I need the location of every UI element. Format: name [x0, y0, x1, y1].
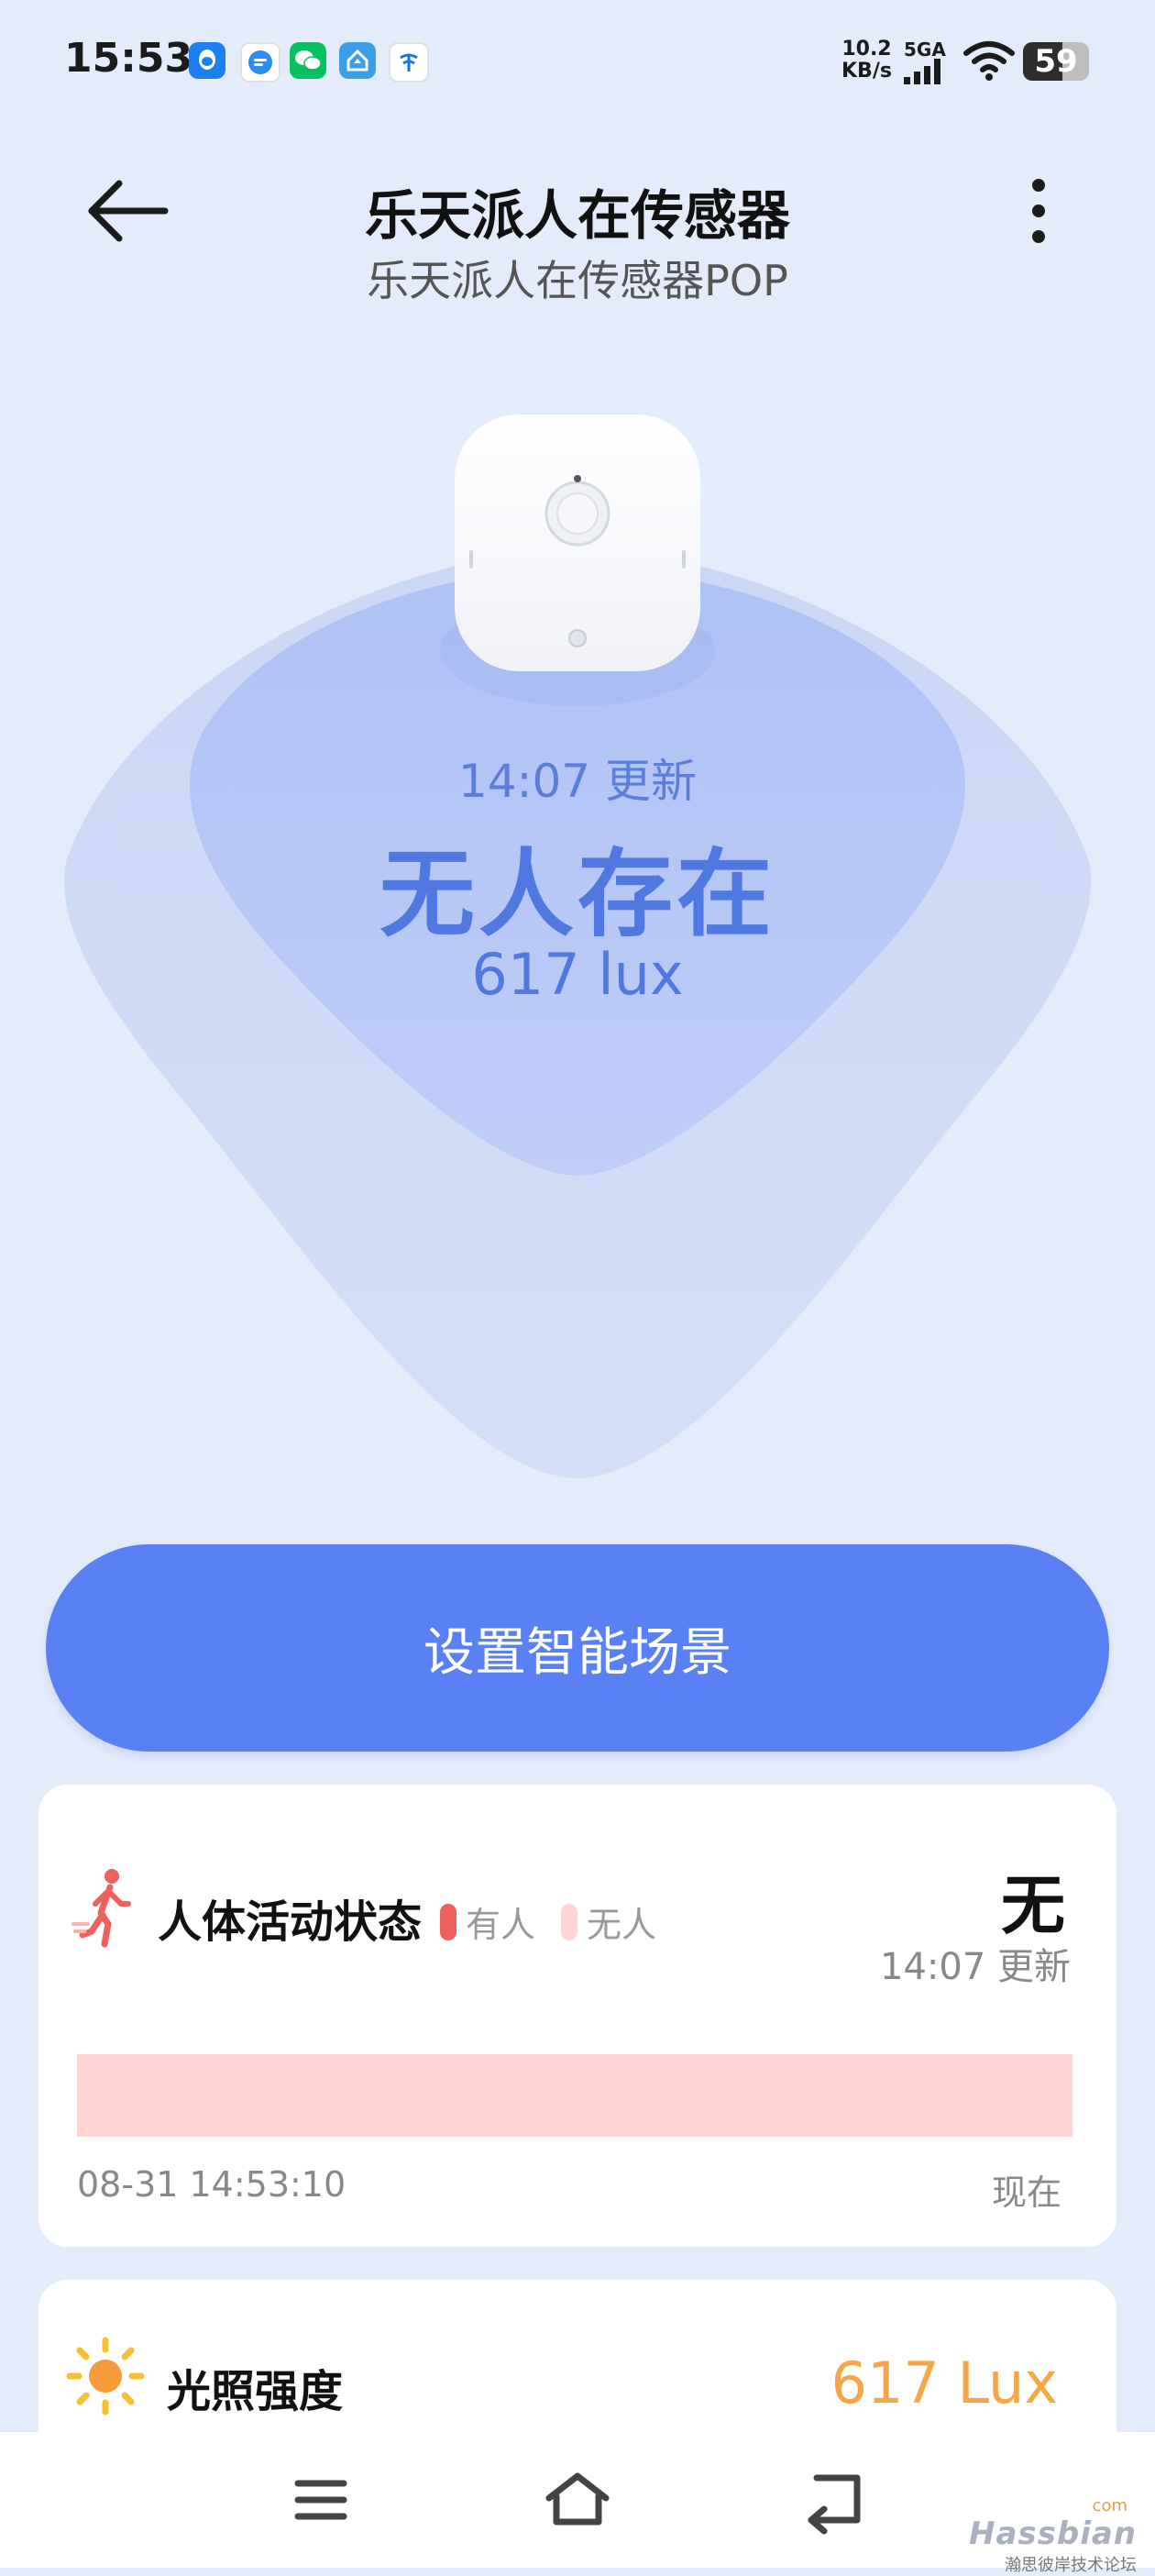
presence-status: 无人存在 — [379, 838, 776, 950]
menu-icon — [294, 2480, 347, 2520]
light-card-title: 光照强度 — [167, 2366, 344, 2417]
back-nav-button[interactable] — [793, 2463, 875, 2537]
timeline-end-label: 现在 — [991, 2172, 1062, 2213]
network-label: 5GA — [904, 39, 946, 61]
activity-timeline-bar[interactable] — [77, 2054, 1072, 2137]
sensor-device-image — [455, 415, 700, 671]
activity-state-value: 无 — [1001, 1868, 1065, 1943]
walking-person-icon — [72, 1869, 131, 1948]
more-options-button[interactable] — [1008, 174, 1069, 248]
home-button[interactable] — [536, 2463, 619, 2537]
human-activity-card[interactable]: 人体活动状态 有人 无人 无 14:07 更新 08-31 14:53:10 现… — [38, 1785, 1116, 2247]
page-title: 乐天派人在传感器 — [364, 184, 790, 247]
light-intensity-value: 617 Lux — [830, 2349, 1059, 2416]
watermark-brand: Hassbian — [968, 2515, 1137, 2552]
telecom-icon — [389, 42, 429, 83]
timeline-start-label: 08-31 14:53:10 — [77, 2164, 346, 2205]
legend-present-label: 有人 — [466, 1905, 536, 1945]
return-icon — [808, 2474, 861, 2535]
signal-icon — [904, 59, 940, 84]
legend-present: 有人 — [440, 1896, 535, 1947]
qq-icon — [189, 42, 226, 79]
legend-absent-swatch — [561, 1903, 578, 1940]
home-icon — [545, 2472, 610, 2526]
hero-update-time: 14:07 更新 — [458, 755, 697, 808]
activity-card-title: 人体活动状态 — [158, 1896, 423, 1948]
more-vertical-icon — [1032, 179, 1045, 243]
hero-lux-value: 617 lux — [471, 941, 684, 1008]
sun-icon — [66, 2337, 145, 2416]
set-smart-scene-button[interactable]: 设置智能场景 — [46, 1544, 1109, 1752]
message-icon — [240, 42, 280, 83]
battery-indicator: 59 — [1023, 42, 1089, 81]
wifi-icon — [963, 41, 1015, 81]
legend-absent: 无人 — [561, 1896, 656, 1947]
home-app-icon — [339, 42, 376, 79]
activity-update-time: 14:07 更新 — [880, 1946, 1071, 1988]
legend-absent-label: 无人 — [587, 1905, 657, 1945]
menu-button[interactable] — [280, 2463, 362, 2537]
network-speed: 10.2 KB/s — [842, 39, 892, 83]
watermark-sub: 瀚思彼岸技术论坛 — [1005, 2556, 1137, 2575]
net-speed-value: 10.2 — [842, 38, 892, 61]
net-speed-unit: KB/s — [842, 60, 892, 83]
wechat-icon — [290, 42, 326, 79]
page-subtitle: 乐天派人在传感器POP — [367, 256, 788, 305]
network-type: 5GA — [904, 39, 950, 84]
watermark-tld: com — [1092, 2496, 1128, 2515]
legend-present-swatch — [440, 1903, 456, 1940]
battery-level-text: 59 — [1034, 43, 1078, 80]
status-time: 15:53 — [64, 35, 193, 82]
watermark: com Hassbian 瀚思彼岸技术论坛 — [969, 2496, 1137, 2576]
